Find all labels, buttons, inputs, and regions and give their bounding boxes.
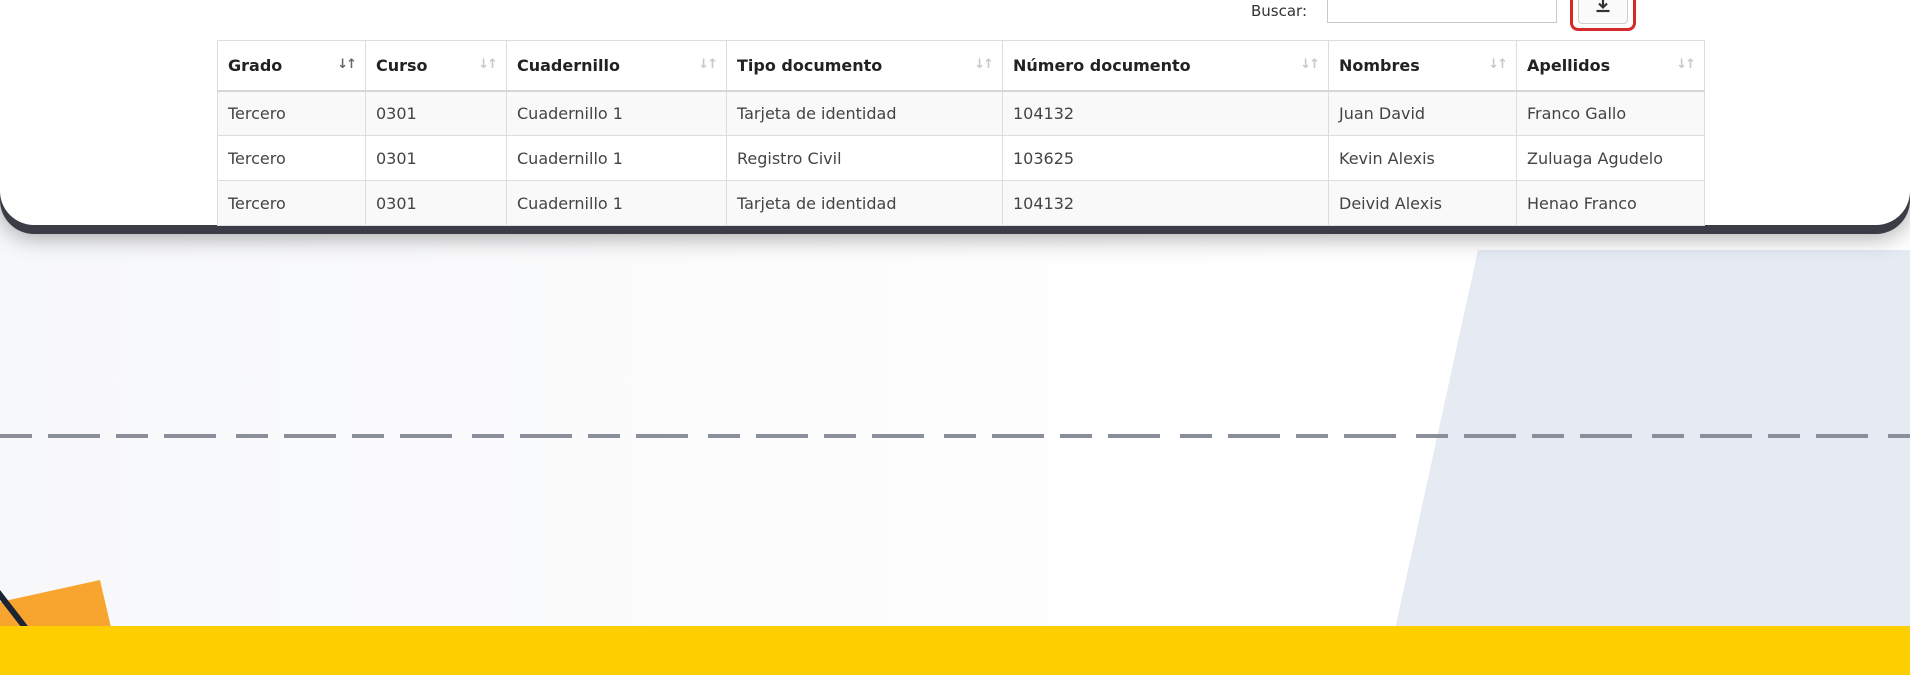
column-header-label: Grado [228,55,283,75]
column-header-cuadernillo[interactable]: Cuadernillo ↓↑ [506,40,727,92]
sort-icon: ↓↑ [1488,57,1508,72]
column-header-nombres[interactable]: Nombres ↓↑ [1328,40,1517,92]
cell-tipo-documento: Registro Civil [726,135,1003,181]
table-panel: Buscar: Grado ↓↑ Curso ↓↑ Cuadernillo ↓↑ Ti… [0,0,1910,226]
cell-apellidos: Zuluaga Agudelo [1516,135,1705,181]
table-row: Tercero 0301 Cuadernillo 1 Registro Civi… [217,135,1705,181]
column-header-label: Cuadernillo [517,55,620,75]
cell-grado: Tercero [217,90,366,136]
table-row: Tercero 0301 Cuadernillo 1 Tarjeta de id… [217,90,1705,136]
bottom-yellow-band [0,626,1910,675]
cell-numero-documento: 104132 [1002,90,1329,136]
cell-cuadernillo: Cuadernillo 1 [506,90,727,136]
sort-icon: ↓↑ [478,57,498,72]
cell-cuadernillo: Cuadernillo 1 [506,135,727,181]
download-button[interactable] [1570,0,1636,31]
cell-nombres: Deivid Alexis [1328,180,1517,226]
column-header-label: Número documento [1013,55,1191,75]
cell-grado: Tercero [217,135,366,181]
column-header-label: Apellidos [1527,55,1611,75]
cell-apellidos: Franco Gallo [1516,90,1705,136]
column-header-apellidos[interactable]: Apellidos ↓↑ [1516,40,1705,92]
cell-curso: 0301 [365,135,507,181]
cell-nombres: Kevin Alexis [1328,135,1517,181]
cell-apellidos: Henao Franco [1516,180,1705,226]
sort-icon: ↓↑ [698,57,718,72]
column-header-numero-documento[interactable]: Número documento ↓↑ [1002,40,1329,92]
search-input[interactable] [1327,0,1557,23]
sort-icon: ↓↑ [1300,57,1320,72]
cell-curso: 0301 [365,90,507,136]
column-header-tipo-documento[interactable]: Tipo documento ↓↑ [726,40,1003,92]
cell-grado: Tercero [217,180,366,226]
cell-curso: 0301 [365,180,507,226]
sort-icon: ↓↑ [1676,57,1696,72]
download-icon [1596,0,1610,13]
dashed-divider [0,434,1910,438]
column-header-label: Tipo documento [737,55,883,75]
sort-icon: ↓↑ [974,57,994,72]
search-label: Buscar: [1251,2,1308,20]
cell-tipo-documento: Tarjeta de identidad [726,180,1003,226]
column-header-label: Curso [376,55,428,75]
cell-nombres: Juan David [1328,90,1517,136]
table-header-row: Grado ↓↑ Curso ↓↑ Cuadernillo ↓↑ Tipo docum… [217,40,1705,92]
students-table: Grado ↓↑ Curso ↓↑ Cuadernillo ↓↑ Tipo docum… [217,40,1705,226]
cell-numero-documento: 104132 [1002,180,1329,226]
cell-cuadernillo: Cuadernillo 1 [506,180,727,226]
column-header-grado[interactable]: Grado ↓↑ [217,40,366,92]
column-header-label: Nombres [1339,55,1420,75]
column-header-curso[interactable]: Curso ↓↑ [365,40,507,92]
cell-tipo-documento: Tarjeta de identidad [726,90,1003,136]
cell-numero-documento: 103625 [1002,135,1329,181]
table-row: Tercero 0301 Cuadernillo 1 Tarjeta de id… [217,180,1705,226]
sort-asc-icon: ↓↑ [337,57,357,72]
